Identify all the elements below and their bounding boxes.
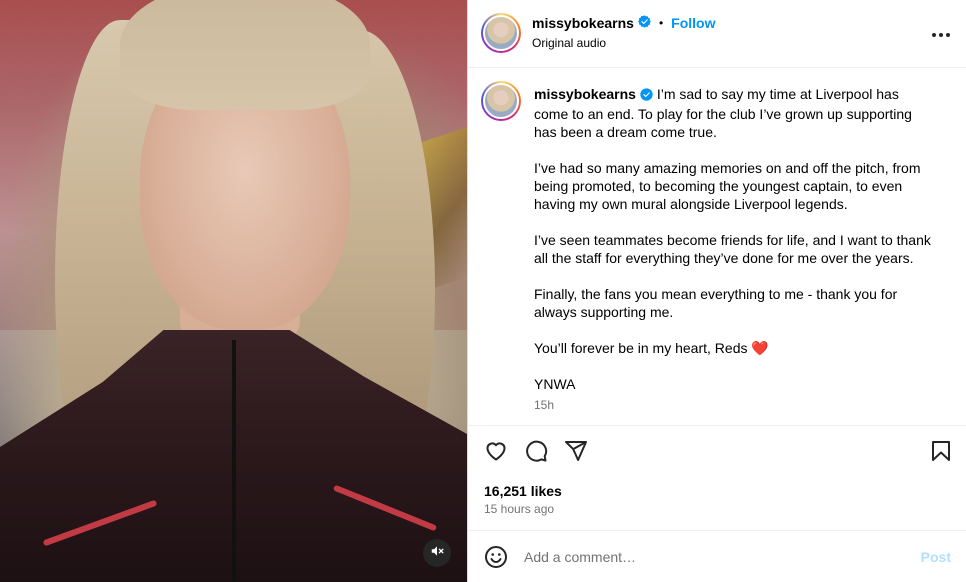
caption-paragraph: You’ll forever be in my heart, Reds ❤️ [534,340,769,356]
post-side-panel: missybokearns • Follow Original audio mi… [467,0,966,582]
action-bar [468,426,966,476]
caption-timestamp[interactable]: 15h [534,398,554,412]
post-comment-button[interactable]: Post [921,549,951,565]
likes-count[interactable]: 16,251 likes [484,483,562,499]
like-button[interactable] [483,440,509,466]
mute-button[interactable] [423,539,451,567]
audio-link[interactable]: Original audio [532,36,606,50]
caption-paragraph: Finally, the fans you mean everything to… [534,286,898,320]
caption-paragraph: I’ve seen teammates become friends for l… [534,232,931,266]
emoji-icon [484,546,508,573]
emoji-button[interactable] [484,545,508,569]
bookmark-icon [929,439,953,468]
username-link[interactable]: missybokearns [532,15,634,31]
post-dialog: missybokearns • Follow Original audio mi… [0,0,966,582]
more-options-button[interactable] [929,22,953,46]
caption-section: missybokearns I’m sad to say my time at … [468,68,966,426]
verified-badge-icon [638,15,651,31]
caption-paragraph: YNWA [534,376,576,392]
caption-paragraph: I’ve had so many amazing memories on and… [534,160,921,212]
post-header: missybokearns • Follow Original audio [468,0,966,68]
send-icon [564,439,588,468]
comment-input[interactable] [524,545,894,569]
save-button[interactable] [928,440,954,466]
heart-icon [484,439,508,468]
post-time[interactable]: 15 hours ago [484,502,554,516]
more-horizontal-icon [931,25,951,43]
separator-dot: • [658,16,664,30]
caption-text: missybokearns I’m sad to say my time at … [534,85,934,411]
share-button[interactable] [563,440,589,466]
post-video[interactable] [0,0,467,582]
muted-speaker-icon [430,544,444,563]
comment-icon [524,439,548,468]
comment-button[interactable] [523,440,549,466]
caption-username-link[interactable]: missybokearns [534,86,636,102]
follow-button[interactable]: Follow [671,15,715,31]
verified-badge-icon [640,87,653,105]
avatar[interactable] [481,13,521,53]
comment-bar: Post [468,530,966,582]
caption-avatar[interactable] [481,81,521,121]
